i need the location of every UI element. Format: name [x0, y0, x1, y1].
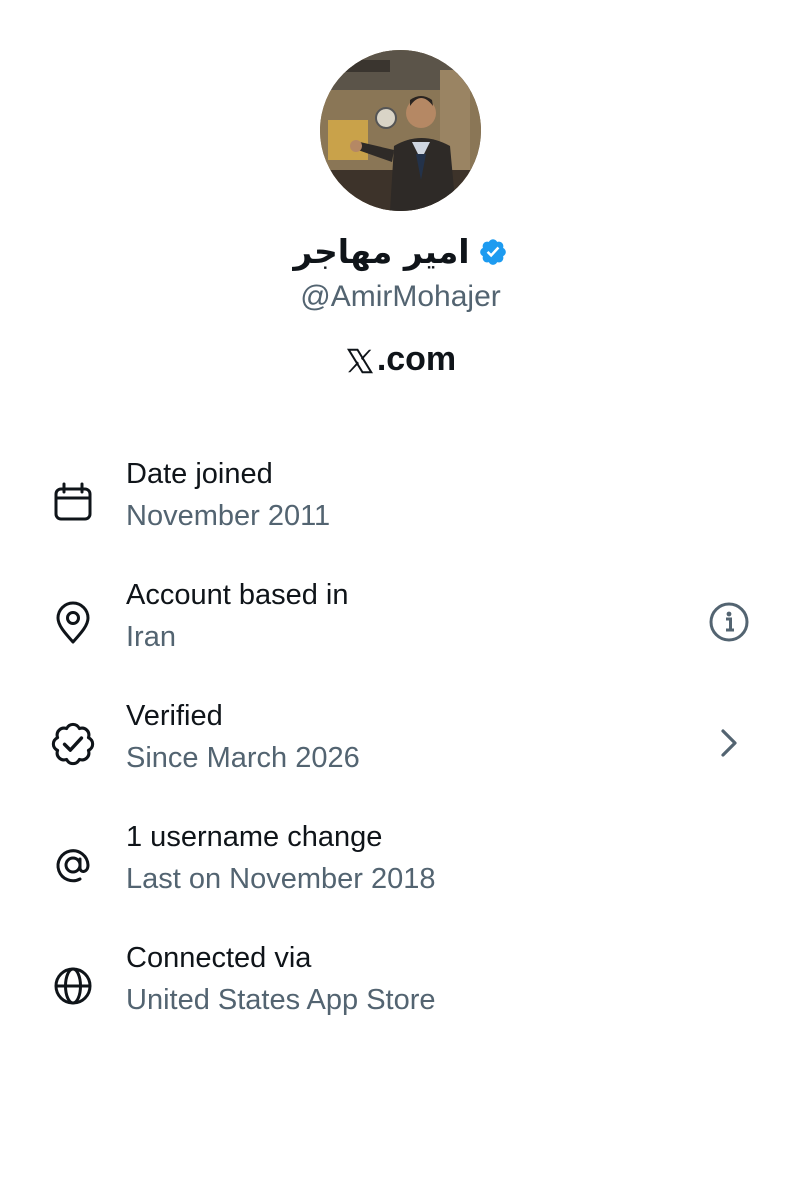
- row-connected-via: Connected via United States App Store: [0, 942, 801, 1042]
- row-subtitle: Last on November 2018: [126, 863, 436, 895]
- row-title: Date joined: [126, 458, 273, 490]
- row-account-based-in: Account based in Iran: [0, 579, 801, 679]
- chevron-right-icon[interactable]: [706, 720, 752, 766]
- info-icon[interactable]: [706, 599, 752, 645]
- row-username-change: 1 username change Last on November 2018: [0, 821, 801, 921]
- username-handle: @AmirMohajer: [300, 280, 501, 313]
- verified-outline-icon: [51, 722, 95, 766]
- row-subtitle: United States App Store: [126, 984, 436, 1016]
- row-date-joined: Date joined November 2011: [0, 458, 801, 558]
- calendar-icon: [54, 482, 92, 521]
- row-title: 1 username change: [126, 821, 383, 853]
- display-name: امیر مهاجر: [293, 232, 470, 271]
- row-verified[interactable]: Verified Since March 2026: [0, 700, 801, 800]
- at-sign-icon: [56, 849, 90, 883]
- site-label: .com: [0, 340, 801, 379]
- about-account-page: امیر مهاجر @AmirMohajer .com Date joined…: [0, 0, 801, 1200]
- row-title: Verified: [126, 700, 223, 732]
- row-title: Account based in: [126, 579, 349, 611]
- verified-badge-icon: [479, 238, 506, 265]
- display-name-row: امیر مهاجر: [0, 232, 801, 271]
- row-subtitle: November 2011: [126, 500, 331, 532]
- row-title: Connected via: [126, 942, 312, 974]
- globe-icon: [54, 967, 92, 1005]
- avatar[interactable]: [320, 50, 481, 211]
- row-subtitle: Since March 2026: [126, 742, 360, 774]
- row-subtitle: Iran: [126, 621, 176, 653]
- x-logo-icon: [346, 348, 373, 373]
- location-pin-icon: [56, 601, 90, 644]
- site-domain: .com: [376, 340, 457, 378]
